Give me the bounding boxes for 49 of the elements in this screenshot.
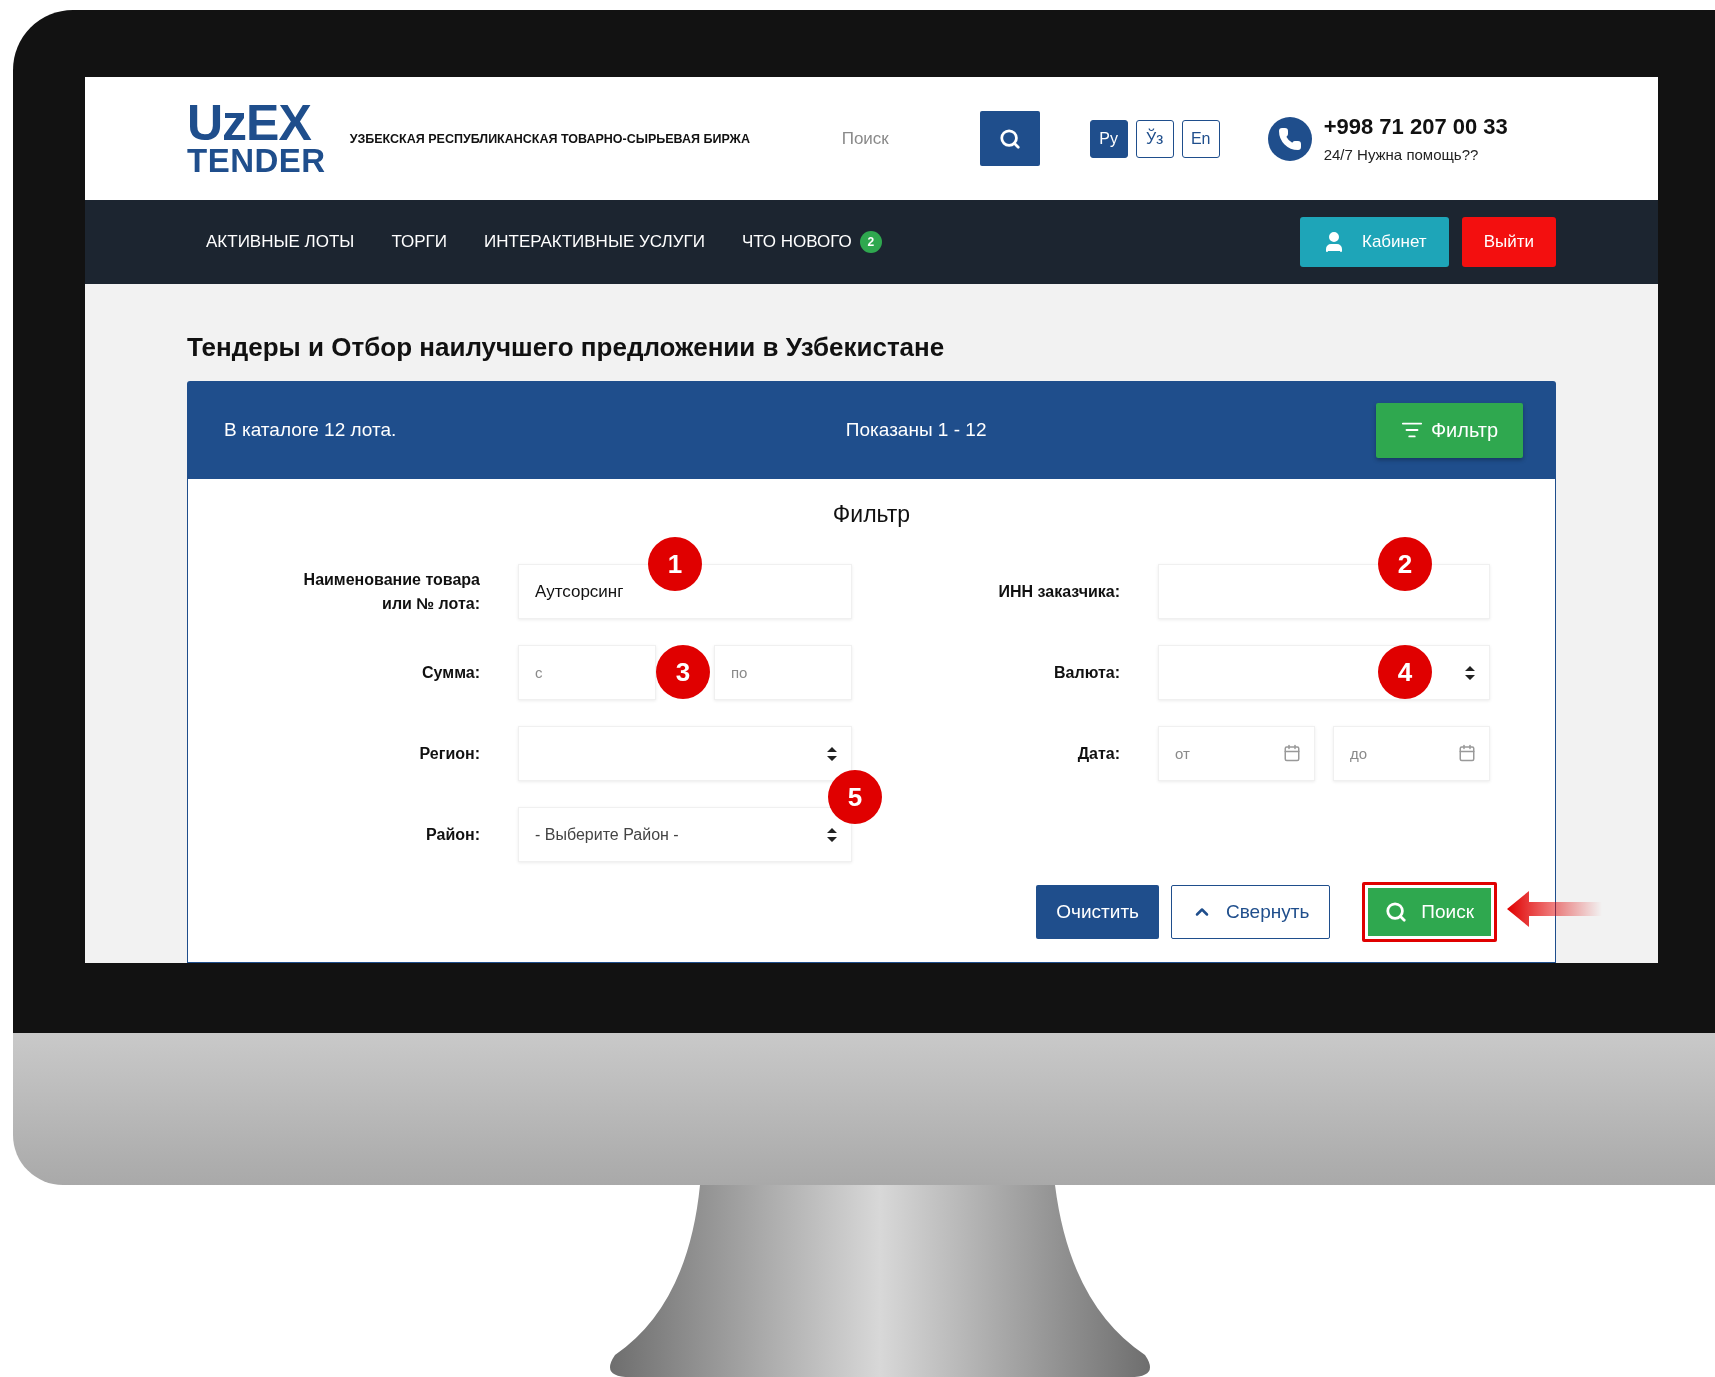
step-marker: 4 [1378, 645, 1432, 699]
nav-item[interactable]: АКТИВНЫЕ ЛОТЫ [206, 232, 355, 252]
up-down-icon [827, 827, 837, 842]
language-button[interactable]: En [1181, 119, 1220, 158]
logout-button[interactable]: Выйти [1461, 217, 1556, 267]
up-down-icon [827, 746, 837, 761]
date-field[interactable]: от [1158, 726, 1315, 781]
date-field[interactable]: до [1333, 726, 1490, 781]
field-label: ИНН заказчика: [998, 581, 1120, 602]
field-label: Сумма: [422, 662, 480, 683]
field-label: Валюта: [1054, 662, 1120, 683]
logo-text: UzEX [187, 101, 311, 147]
field-label: Дата: [1077, 743, 1120, 764]
language-button[interactable]: Ўз [1135, 119, 1174, 158]
nav-item[interactable]: ИНТЕРАКТИВНЫЕ УСЛУГИ [484, 232, 705, 252]
nav-label: ЧТО НОВОГО [741, 232, 852, 252]
search-icon [998, 127, 1021, 150]
select-field[interactable] [1158, 645, 1490, 700]
filter-title: Фильтр [831, 501, 912, 528]
field-label: Регион: [419, 743, 480, 764]
from-field[interactable]: с [518, 645, 656, 700]
page-title: Тендеры и Отбор наилучшего предложении в Узбекистане [187, 332, 946, 363]
tagline: УЗБЕКСКАЯ РЕСПУБЛИКАНСКАЯ ТОВАРНО-СЫРЬЕВАЯ БИРЖА [349, 131, 751, 146]
up-down-icon [1465, 665, 1475, 680]
count-badge: 2 [859, 231, 882, 253]
select-field[interactable] [518, 726, 852, 781]
select-field[interactable]: - Выберите Район - [518, 807, 852, 862]
help-text: 24/7 Нужна помощь?? [1323, 146, 1480, 163]
clear-button[interactable]: Очистить [1036, 885, 1159, 939]
nav-item[interactable]: ТОРГИ [391, 232, 447, 252]
shown-range: Показаны 1 - 12 [844, 419, 987, 441]
phone-number: +998 71 207 00 33 [1323, 114, 1508, 140]
nav-item[interactable]: ЧТО НОВОГО 2 [741, 231, 882, 253]
logo-text: TENDER [187, 146, 326, 176]
step-marker: 3 [656, 645, 710, 699]
to-field[interactable]: по [714, 645, 852, 700]
step-marker: 1 [648, 537, 702, 591]
language-button[interactable]: Ру [1089, 119, 1128, 158]
field-label: Наименование товара или № лота: [302, 569, 480, 614]
search-button[interactable] [979, 111, 1040, 166]
step-marker: 5 [828, 770, 882, 824]
pointer-arrow-icon [1507, 889, 1602, 929]
calendar-icon [1458, 744, 1476, 762]
step-marker: 2 [1378, 537, 1432, 591]
catalog-count: В каталоге 12 лота. [224, 419, 397, 441]
search-icon [1385, 901, 1408, 923]
field-label: Район: [426, 824, 480, 845]
collapse-button[interactable]: Свернуть [1171, 885, 1331, 939]
calendar-icon [1283, 744, 1301, 762]
